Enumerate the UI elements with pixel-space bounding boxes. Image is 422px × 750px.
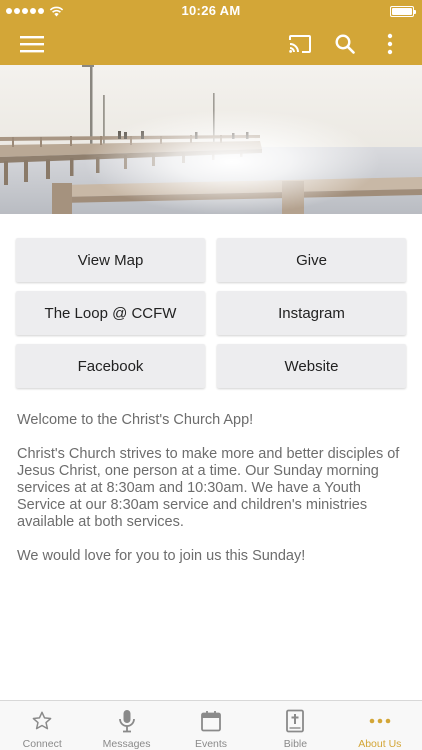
tab-label: Connect	[22, 738, 62, 750]
microphone-icon	[118, 710, 135, 733]
status-bar: 10:26 AM	[0, 0, 422, 22]
give-button[interactable]: Give	[217, 238, 406, 282]
menu-button[interactable]	[12, 22, 52, 65]
cast-icon	[289, 34, 311, 53]
instagram-button[interactable]: Instagram	[217, 291, 406, 335]
calendar-icon	[201, 711, 221, 732]
tab-about-us[interactable]: About Us	[338, 701, 422, 750]
welcome-text: Welcome to the Christ's Church App!	[17, 412, 254, 428]
tab-events[interactable]: Events	[169, 701, 253, 750]
hamburger-menu-icon	[20, 35, 44, 52]
more-vertical-icon	[387, 33, 393, 54]
toolbar	[0, 22, 422, 65]
status-time: 10:26 AM	[181, 3, 241, 18]
search-button[interactable]	[325, 22, 365, 65]
facebook-button[interactable]: Facebook	[16, 344, 205, 388]
the-loop-button[interactable]: The Loop @ CCFW	[16, 291, 205, 335]
more-horizontal-icon	[369, 718, 391, 724]
bible-icon	[286, 709, 305, 733]
cast-button[interactable]	[280, 22, 320, 65]
search-icon	[335, 33, 355, 54]
about-content: Welcome to the Christ's Church App! Chri…	[17, 412, 409, 582]
battery-icon	[390, 6, 416, 17]
tab-label: Bible	[283, 738, 308, 750]
tab-label: Events	[194, 738, 228, 750]
hero-pier-image	[0, 65, 422, 214]
description-text: Christ's Church strives to make more and…	[17, 446, 400, 530]
star-icon	[32, 711, 52, 730]
invite-text: We would love for you to join us this Su…	[17, 548, 306, 564]
action-button-grid: View Map Give The Loop @ CCFW Instagram …	[16, 238, 406, 388]
tab-label: Messages	[102, 738, 151, 750]
tab-bar: Connect Messages Events Bible About Us	[0, 700, 422, 750]
tab-connect[interactable]: Connect	[0, 701, 84, 750]
more-options-button[interactable]	[370, 22, 410, 65]
tab-label: About Us	[358, 738, 402, 750]
view-map-button[interactable]: View Map	[16, 238, 205, 282]
tab-bible[interactable]: Bible	[253, 701, 337, 750]
website-button[interactable]: Website	[217, 344, 406, 388]
tab-messages[interactable]: Messages	[84, 701, 168, 750]
